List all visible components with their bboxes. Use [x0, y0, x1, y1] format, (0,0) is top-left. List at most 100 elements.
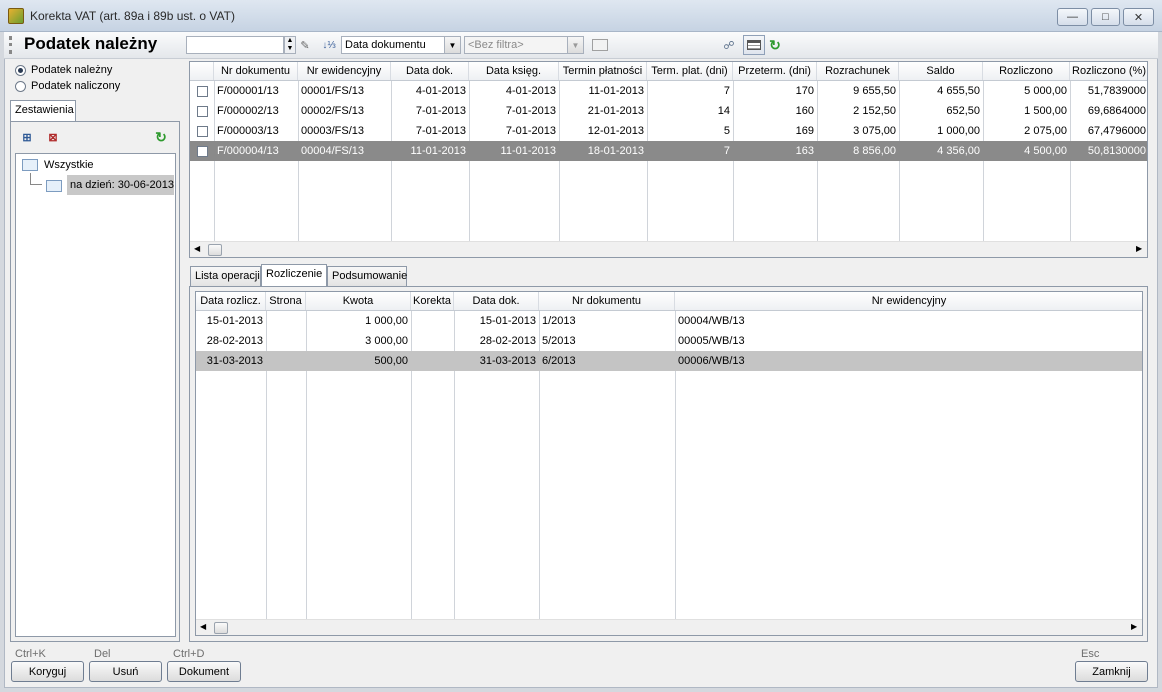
search-spinner[interactable]: ▲ ▼	[284, 36, 296, 54]
close-icon: ✕	[1133, 11, 1144, 24]
header-przeterm-dni[interactable]: Przeterm. (dni)	[733, 62, 817, 80]
delete-node-icon[interactable]: ⊠	[44, 129, 62, 145]
header-strona[interactable]: Strona	[266, 292, 306, 310]
table-cell: 50,8130000	[1087, 145, 1146, 157]
filter-select[interactable]: <Bez filtra>	[464, 36, 584, 54]
table-cell: 51,7839000	[1087, 85, 1146, 97]
table-cell: 2 152,50	[853, 105, 896, 117]
maximize-button[interactable]: □	[1091, 8, 1120, 26]
chevron-down-icon[interactable]: ▼	[444, 37, 460, 53]
header-termin-platnosci[interactable]: Termin płatności	[559, 62, 647, 80]
table-cell: 3 075,00	[853, 125, 896, 137]
sort-field-select[interactable]: Data dokumentu	[341, 36, 461, 54]
table-cell: 500,00	[374, 355, 408, 367]
close-window-button[interactable]: ✕	[1123, 8, 1154, 26]
header-data-dok[interactable]: Data dok.	[391, 62, 469, 80]
table-cell: 5	[723, 125, 730, 137]
table-cell: F/000002/13	[217, 105, 279, 117]
table-cell: 1 000,00	[365, 315, 408, 327]
table-row[interactable]: 15-01-2013 1 000,00 15-01-2013 1/2013 00004/…	[196, 311, 1142, 331]
table-row[interactable]: F/000004/13 00004/FS/13 11-01-2013 11-01-20…	[190, 141, 1147, 161]
add-node-icon[interactable]: ⊞	[18, 129, 36, 145]
table-cell: 14	[717, 105, 730, 117]
link-icon[interactable]: ☍	[721, 37, 737, 53]
tab-zestawienia[interactable]: Zestawienia	[10, 100, 76, 122]
folder-icon[interactable]	[592, 39, 608, 51]
horizontal-scrollbar[interactable]: ◀ ▶	[196, 619, 1142, 635]
header-nr-dokumentu[interactable]: Nr dokumentu	[539, 292, 675, 310]
table-cell: 4-01-2013	[415, 85, 466, 97]
header-data-ksieg[interactable]: Data księg.	[469, 62, 559, 80]
shortcut-hint-zamknij: Esc	[1081, 648, 1100, 660]
tab-label: Rozliczenie	[266, 268, 323, 280]
header-nr-ewidencyjny[interactable]: Nr ewidencyjny	[675, 292, 1142, 310]
header-term-plat-dni[interactable]: Term. plat. (dni)	[647, 62, 733, 80]
folder-open-icon	[46, 180, 62, 192]
scroll-right-icon[interactable]: ▶	[1131, 622, 1137, 631]
table-row[interactable]: 28-02-2013 3 000,00 28-02-2013 5/2013 00005/…	[196, 331, 1142, 351]
refresh-icon[interactable]: ↻	[767, 36, 783, 54]
table-row[interactable]: F/000002/13 00002/FS/13 7-01-2013 7-01-2013…	[190, 101, 1147, 121]
header-rozliczono-pct[interactable]: Rozliczono (%)	[1070, 62, 1147, 80]
scroll-right-icon[interactable]: ▶	[1136, 244, 1142, 253]
settlements-grid: Data rozlicz. Strona Kwota Korekta Data …	[195, 291, 1143, 636]
table-cell: 67,4796000	[1087, 125, 1146, 137]
table-cell: 7-01-2013	[415, 105, 466, 117]
table-cell	[266, 331, 306, 351]
filter-chevron-down-icon[interactable]: ▼	[567, 37, 583, 53]
row-checkbox[interactable]	[197, 126, 208, 137]
tree-root-label[interactable]: Wszystkie	[44, 159, 94, 171]
tab-label: Podsumowanie	[332, 270, 408, 282]
scroll-left-icon[interactable]: ◀	[200, 622, 206, 631]
header-korekta[interactable]: Korekta	[411, 292, 454, 310]
scroll-thumb[interactable]	[214, 622, 228, 634]
header-data-dok[interactable]: Data dok.	[454, 292, 539, 310]
row-checkbox[interactable]	[197, 86, 208, 97]
minimize-button[interactable]: —	[1057, 8, 1088, 26]
table-cell: 4 356,00	[937, 145, 980, 157]
refresh-tree-icon[interactable]: ↻	[153, 128, 169, 146]
table-cell: 2 075,00	[1024, 125, 1067, 137]
radio-podatek-naliczony[interactable]	[15, 81, 26, 92]
table-row[interactable]: F/000001/13 00001/FS/13 4-01-2013 4-01-2013…	[190, 81, 1147, 101]
koryguj-button[interactable]: Koryguj	[11, 661, 84, 682]
table-cell: 163	[795, 145, 814, 157]
table-cell: 7-01-2013	[505, 105, 556, 117]
sort-icon[interactable]: ↓⅓	[320, 37, 338, 53]
tab-lista-operacji[interactable]: Lista operacji	[190, 266, 261, 286]
window-title: Korekta VAT (art. 89a i 89b ust. o VAT)	[30, 9, 235, 23]
header-rozrachunek[interactable]: Rozrachunek	[817, 62, 899, 80]
grid-view-button[interactable]	[743, 35, 765, 55]
table-cell: 5/2013	[542, 335, 576, 347]
tab-rozliczenie[interactable]: Rozliczenie	[261, 264, 327, 286]
table-cell: 652,50	[946, 105, 980, 117]
grid-header: Nr dokumentu Nr ewidencyjny Data dok. Da…	[190, 62, 1147, 81]
table-row[interactable]: F/000003/13 00003/FS/13 7-01-2013 7-01-2013…	[190, 121, 1147, 141]
horizontal-scrollbar[interactable]: ◀ ▶	[190, 241, 1147, 257]
scroll-thumb[interactable]	[208, 244, 222, 256]
search-input[interactable]	[186, 36, 284, 54]
table-cell	[266, 351, 306, 371]
row-checkbox[interactable]	[197, 146, 208, 157]
table-row[interactable]: 31-03-2013 500,00 31-03-2013 6/2013 00006/WB…	[196, 351, 1142, 371]
header-nr-dokumentu[interactable]: Nr dokumentu	[214, 62, 298, 80]
header-data-rozlicz[interactable]: Data rozlicz.	[196, 292, 266, 310]
scroll-left-icon[interactable]: ◀	[194, 244, 200, 253]
tab-podsumowanie[interactable]: Podsumowanie	[327, 266, 407, 286]
header-saldo[interactable]: Saldo	[899, 62, 983, 80]
row-checkbox[interactable]	[197, 106, 208, 117]
pencil-icon[interactable]: ✎	[298, 37, 312, 53]
radio-podatek-nalezny[interactable]	[15, 65, 26, 76]
header-rozliczono[interactable]: Rozliczono	[983, 62, 1070, 80]
table-cell: 1 000,00	[937, 125, 980, 137]
dokument-button[interactable]: Dokument	[167, 661, 241, 682]
header-nr-ewidencyjny[interactable]: Nr ewidencyjny	[298, 62, 391, 80]
usun-button[interactable]: Usuń	[89, 661, 162, 682]
header-kwota[interactable]: Kwota	[306, 292, 411, 310]
zamknij-button[interactable]: Zamknij	[1075, 661, 1148, 682]
table-cell: 3 000,00	[365, 335, 408, 347]
table-cell: 21-01-2013	[587, 105, 644, 117]
tree-child-node[interactable]: na dzień: 30-06-2013	[67, 175, 174, 195]
shortcut-hint-koryguj: Ctrl+K	[15, 648, 46, 660]
table-cell: F/000001/13	[217, 85, 279, 97]
